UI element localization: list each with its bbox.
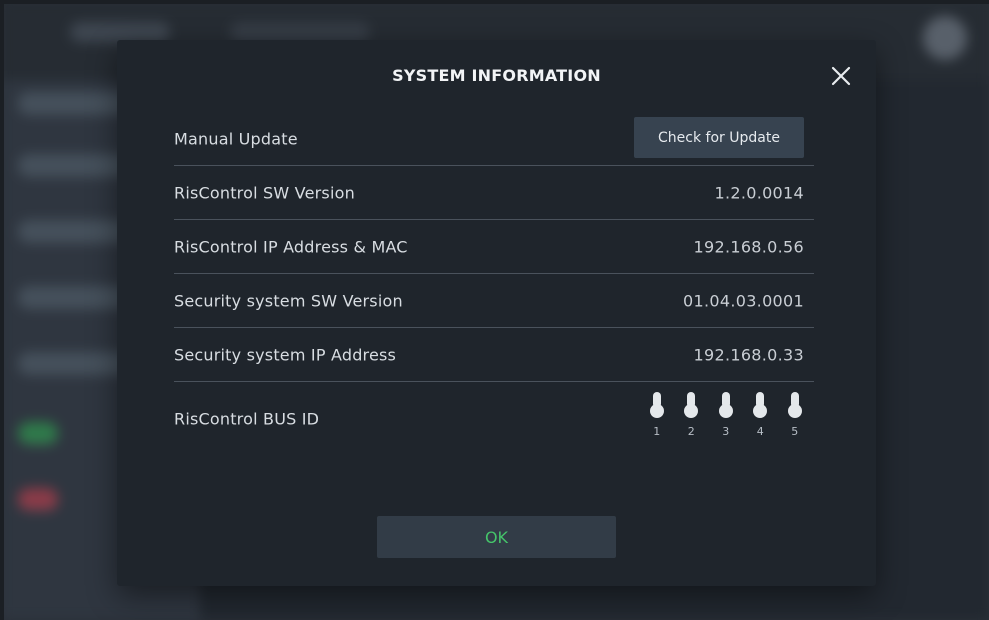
check-for-update-button[interactable]: Check for Update bbox=[634, 117, 804, 158]
bus-id-switch-1[interactable]: 1 bbox=[640, 391, 675, 438]
riscontrol-ip-row: RisControl IP Address & MAC 192.168.0.56 bbox=[174, 220, 814, 274]
bus-id-switch-4[interactable]: 4 bbox=[743, 391, 778, 438]
bus-id-switches: 1 2 3 4 5 bbox=[640, 391, 813, 438]
riscontrol-sw-version-row: RisControl SW Version 1.2.0.0014 bbox=[174, 166, 814, 220]
bus-id-switch-number: 1 bbox=[653, 425, 661, 438]
background-placeholder bbox=[18, 422, 58, 445]
bus-id-switch-number: 4 bbox=[756, 425, 764, 438]
manual-update-row: Manual Update Check for Update bbox=[174, 112, 814, 166]
screen-edge bbox=[0, 0, 989, 4]
bus-id-row: RisControl BUS ID 1 2 3 4 5 bbox=[174, 382, 814, 452]
dip-switch-icon bbox=[684, 392, 699, 418]
bus-id-switch-2[interactable]: 2 bbox=[674, 391, 709, 438]
screen-edge bbox=[0, 0, 4, 620]
close-icon bbox=[831, 66, 851, 86]
background-placeholder bbox=[70, 22, 170, 42]
dip-switch-icon bbox=[787, 392, 802, 418]
dip-switch-icon bbox=[718, 392, 733, 418]
bus-id-switch-number: 2 bbox=[687, 425, 695, 438]
dip-switch-icon bbox=[753, 392, 768, 418]
riscontrol-sw-version-value: 1.2.0.0014 bbox=[714, 183, 804, 202]
info-list: Manual Update Check for Update RisContro… bbox=[174, 112, 814, 452]
riscontrol-sw-version-label: RisControl SW Version bbox=[174, 183, 355, 202]
dip-switch-icon bbox=[649, 392, 664, 418]
manual-update-label: Manual Update bbox=[174, 129, 298, 148]
security-system-sw-version-row: Security system SW Version 01.04.03.0001 bbox=[174, 274, 814, 328]
security-system-ip-label: Security system IP Address bbox=[174, 345, 397, 364]
ok-button[interactable]: OK bbox=[377, 516, 616, 558]
close-button[interactable] bbox=[827, 62, 855, 90]
background-placeholder bbox=[230, 22, 370, 42]
security-system-sw-version-value: 01.04.03.0001 bbox=[683, 291, 804, 310]
bus-id-label: RisControl BUS ID bbox=[174, 409, 320, 429]
riscontrol-ip-value: 192.168.0.56 bbox=[693, 237, 804, 256]
bus-id-switch-number: 5 bbox=[791, 425, 799, 438]
system-information-dialog: SYSTEM INFORMATION Manual Update Check f… bbox=[117, 40, 876, 586]
security-system-ip-value: 192.168.0.33 bbox=[693, 345, 804, 364]
security-system-ip-row: Security system IP Address 192.168.0.33 bbox=[174, 328, 814, 382]
bus-id-switch-5[interactable]: 5 bbox=[778, 391, 813, 438]
background-placeholder bbox=[18, 488, 58, 511]
security-system-sw-version-label: Security system SW Version bbox=[174, 291, 403, 310]
background-avatar bbox=[923, 16, 967, 60]
dialog-title: SYSTEM INFORMATION bbox=[392, 66, 601, 85]
bus-id-switch-number: 3 bbox=[722, 425, 730, 438]
riscontrol-ip-label: RisControl IP Address & MAC bbox=[174, 237, 408, 256]
bus-id-switch-3[interactable]: 3 bbox=[709, 391, 744, 438]
